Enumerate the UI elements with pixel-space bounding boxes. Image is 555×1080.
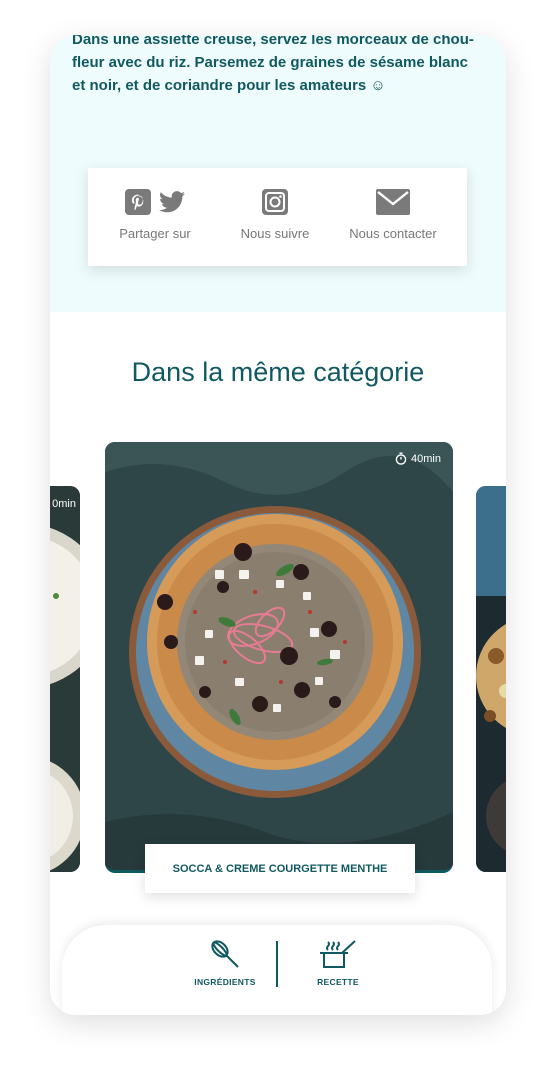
tab-recipe[interactable]: RECETTE <box>288 937 388 997</box>
follow-label: Nous suivre <box>240 226 310 241</box>
tab-ingredients[interactable]: INGRÉDIENTS <box>175 937 275 997</box>
prep-time-badge: 40min <box>395 452 441 465</box>
follow-group: Nous suivre <box>230 188 320 258</box>
twitter-icon[interactable] <box>159 190 185 218</box>
recipe-card-title[interactable]: SOCCA & CREME COURGETTE MENTHE <box>145 844 415 893</box>
carousel-card-next[interactable] <box>476 486 506 872</box>
pinterest-icon[interactable] <box>125 188 151 220</box>
nav-divider <box>276 941 278 987</box>
contact-label: Nous contacter <box>349 226 437 241</box>
section-title: Dans la même catégorie <box>131 357 425 387</box>
phone-frame: Dans une assiette creuse, servez les mor… <box>50 35 506 1015</box>
recipe-final-step-text: Dans une assiette creuse, servez les mor… <box>72 35 474 94</box>
carousel-card-prev[interactable]: 0min <box>50 486 80 872</box>
timer-icon <box>395 452 407 465</box>
share-card: Partager sur Nous suivre Nous contacter <box>88 168 467 266</box>
whisk-icon <box>175 937 275 971</box>
bottom-nav: INGRÉDIENTS RECETTE <box>62 925 492 1015</box>
dish-image <box>105 442 453 870</box>
instagram-icon[interactable] <box>262 188 288 220</box>
share-group: Partager sur <box>110 188 200 258</box>
mail-icon[interactable] <box>376 188 410 220</box>
tab-recipe-label: RECETTE <box>317 977 359 987</box>
prev-card-time: 0min <box>52 498 76 510</box>
cooking-pot-icon <box>288 937 388 971</box>
tab-ingredients-label: INGRÉDIENTS <box>194 977 256 987</box>
contact-group: Nous contacter <box>343 188 443 258</box>
carousel-card-main[interactable]: 40min <box>105 442 453 873</box>
recipe-intro-area: Dans une assiette creuse, servez les mor… <box>50 35 506 312</box>
prep-time-text: 40min <box>411 452 441 465</box>
share-label: Partager sur <box>119 226 191 241</box>
